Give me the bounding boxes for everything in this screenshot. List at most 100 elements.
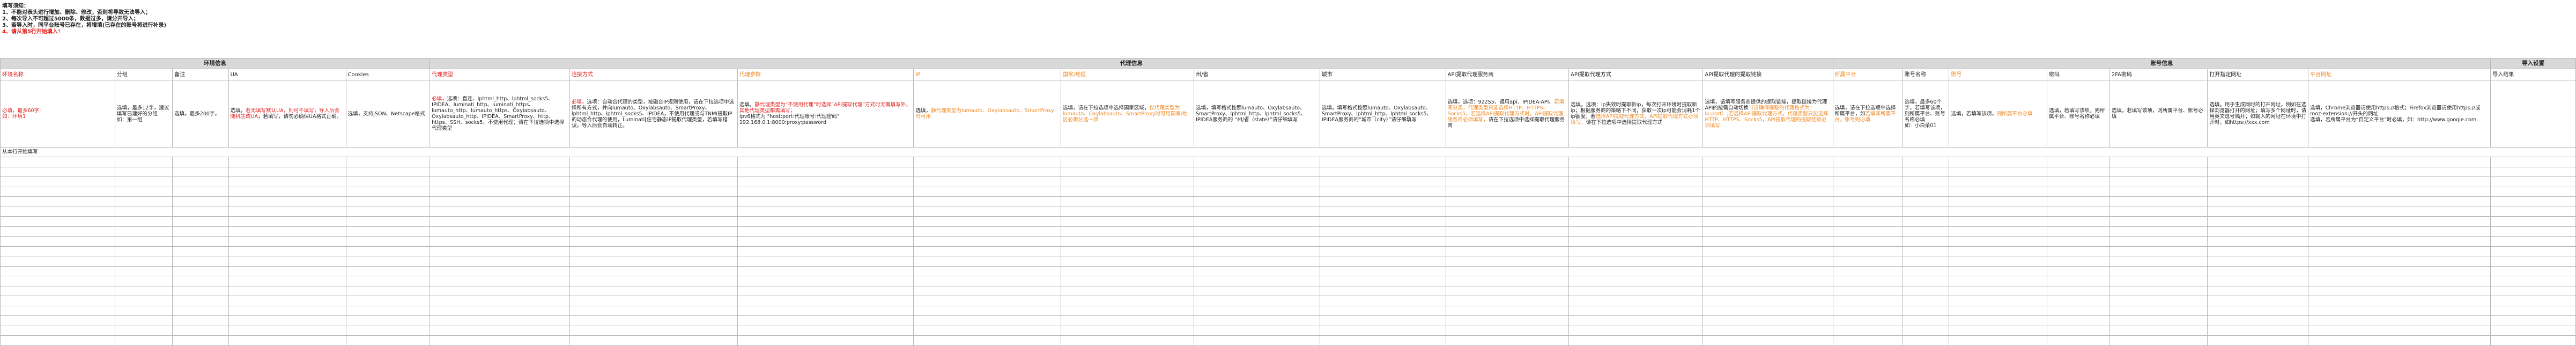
table-cell[interactable] <box>2109 325 2208 336</box>
table-cell[interactable] <box>1568 276 1704 286</box>
table-cell[interactable] <box>1445 305 1570 316</box>
table-cell[interactable] <box>1445 325 1570 336</box>
table-cell[interactable] <box>0 226 115 237</box>
table-cell[interactable] <box>569 315 738 326</box>
desc-group[interactable]: 选填，最多12字，建议填写已建好的分组 如：第一组 <box>114 80 173 148</box>
table-cell[interactable] <box>228 276 346 286</box>
table-cell[interactable] <box>1702 305 1833 316</box>
table-cell[interactable] <box>114 266 173 276</box>
table-cell[interactable] <box>1902 157 1950 167</box>
table-cell[interactable] <box>430 206 570 217</box>
table-cell[interactable] <box>913 186 1061 197</box>
desc-env-name[interactable]: 必填，最多60字; 如：环境1 <box>0 80 115 148</box>
table-cell[interactable] <box>0 315 115 326</box>
table-cell[interactable] <box>345 166 431 177</box>
table-cell[interactable] <box>1949 196 2048 207</box>
table-cell[interactable] <box>1060 315 1195 326</box>
table-cell[interactable] <box>1194 236 1320 247</box>
table-cell[interactable] <box>228 325 346 336</box>
table-cell[interactable] <box>1194 285 1320 296</box>
table-cell[interactable] <box>2308 186 2491 197</box>
table-cell[interactable] <box>737 186 914 197</box>
table-cell[interactable] <box>2207 176 2309 187</box>
desc-api-method[interactable]: 选填，选项：ip失效时提取新ip，每次打开环境时提取新ip；根据服务商的策略下不… <box>1568 80 1704 148</box>
table-cell[interactable] <box>228 216 346 227</box>
table-cell[interactable] <box>913 266 1061 276</box>
table-cell[interactable] <box>2047 216 2110 227</box>
table-cell[interactable] <box>913 157 1061 167</box>
table-cell[interactable] <box>228 335 346 346</box>
table-cell[interactable] <box>1060 236 1195 247</box>
table-cell[interactable] <box>430 157 570 167</box>
table-cell[interactable] <box>430 266 570 276</box>
table-cell[interactable] <box>2308 285 2491 296</box>
desc-ua[interactable]: 选填，若无填写默认UA，则可不填写；导入后会随机生成UA，若填写，请勿必确保UA… <box>228 80 346 148</box>
table-cell[interactable] <box>1319 157 1446 167</box>
table-cell[interactable] <box>430 186 570 197</box>
table-cell[interactable] <box>1319 226 1446 237</box>
table-cell[interactable] <box>1949 335 2048 346</box>
table-cell[interactable] <box>2109 266 2208 276</box>
desc-proxy-param[interactable]: 选填，静代理类型为“不使用代理”时选择“API提取代理”方式时无需填写外，其他代… <box>737 80 914 148</box>
table-cell[interactable] <box>172 186 229 197</box>
table-cell[interactable] <box>2047 176 2110 187</box>
table-cell[interactable] <box>1902 206 1950 217</box>
table-cell[interactable] <box>1702 266 1833 276</box>
table-cell[interactable] <box>569 246 738 256</box>
table-cell[interactable] <box>1702 196 1833 207</box>
table-cell[interactable] <box>1319 176 1446 187</box>
table-cell[interactable] <box>430 196 570 207</box>
table-cell[interactable] <box>1445 335 1570 346</box>
table-cell[interactable] <box>2207 335 2309 346</box>
table-cell[interactable] <box>1902 226 1950 237</box>
table-cell[interactable] <box>1949 216 2048 227</box>
table-cell[interactable] <box>345 285 431 296</box>
table-cell[interactable] <box>1194 196 1320 207</box>
table-cell[interactable] <box>0 166 115 177</box>
table-cell[interactable] <box>737 246 914 256</box>
table-cell[interactable] <box>1902 176 1950 187</box>
table-cell[interactable] <box>569 226 738 237</box>
table-cell[interactable] <box>1949 315 2048 326</box>
table-cell[interactable] <box>913 236 1061 247</box>
table-cell[interactable] <box>1445 196 1570 207</box>
table-cell[interactable] <box>1949 305 2048 316</box>
table-cell[interactable] <box>1194 325 1320 336</box>
table-cell[interactable] <box>2308 206 2491 217</box>
table-cell[interactable] <box>2047 335 2110 346</box>
table-cell[interactable] <box>913 256 1061 267</box>
table-cell[interactable] <box>345 196 431 207</box>
table-cell[interactable] <box>2207 216 2309 227</box>
table-cell[interactable] <box>1832 206 1903 217</box>
table-cell[interactable] <box>172 176 229 187</box>
table-cell[interactable] <box>430 325 570 336</box>
table-cell[interactable] <box>2109 206 2208 217</box>
table-cell[interactable] <box>2490 335 2576 346</box>
table-cell[interactable] <box>1832 325 1903 336</box>
table-cell[interactable] <box>172 166 229 177</box>
table-cell[interactable] <box>1568 236 1704 247</box>
table-cell[interactable] <box>737 276 914 286</box>
table-cell[interactable] <box>2047 325 2110 336</box>
table-cell[interactable] <box>1702 276 1833 286</box>
table-cell[interactable] <box>430 335 570 346</box>
table-cell[interactable] <box>1194 256 1320 267</box>
table-cell[interactable] <box>1194 166 1320 177</box>
table-cell[interactable] <box>2308 335 2491 346</box>
table-cell[interactable] <box>172 206 229 217</box>
table-cell[interactable] <box>1902 166 1950 177</box>
table-cell[interactable] <box>1902 236 1950 247</box>
desc-ip[interactable]: 选填，静代理类型为lumauto、Oxylabsauto、SmartProxy时… <box>913 80 1061 148</box>
desc-cookies[interactable]: 选填，支持JSON、Netscape格式 <box>345 80 431 148</box>
table-cell[interactable] <box>2109 216 2208 227</box>
table-cell[interactable] <box>114 276 173 286</box>
table-cell[interactable] <box>1949 276 2048 286</box>
table-cell[interactable] <box>1194 186 1320 197</box>
table-cell[interactable] <box>1568 335 1704 346</box>
table-cell[interactable] <box>1902 246 1950 256</box>
table-cell[interactable] <box>1949 246 2048 256</box>
table-cell[interactable] <box>569 256 738 267</box>
table-cell[interactable] <box>1445 256 1570 267</box>
table-cell[interactable] <box>228 315 346 326</box>
table-cell[interactable] <box>1832 196 1903 207</box>
